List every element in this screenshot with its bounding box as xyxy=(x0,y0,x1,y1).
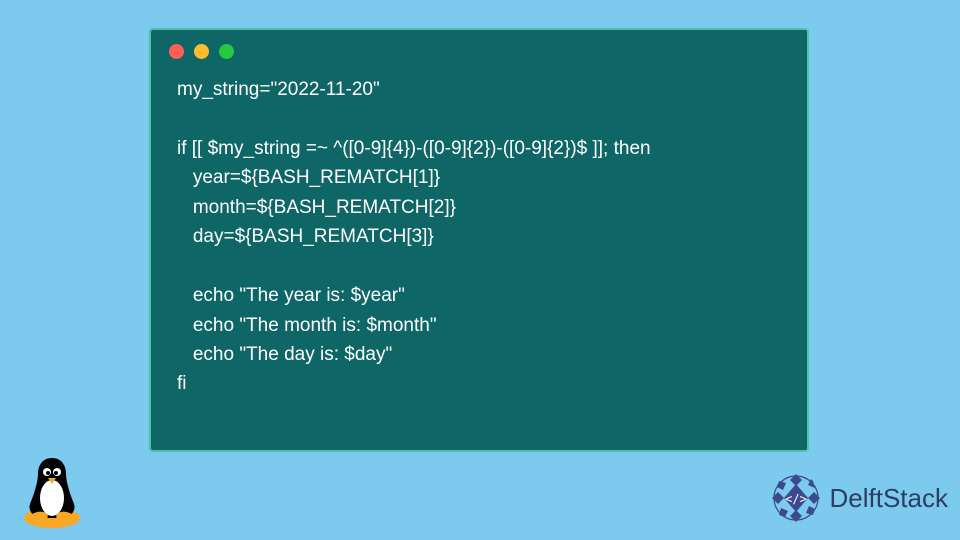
linux-tux-icon xyxy=(18,450,86,530)
delftstack-logo-icon: </> xyxy=(768,470,824,526)
window-traffic-lights xyxy=(151,30,807,65)
svg-text:</>: </> xyxy=(785,492,807,506)
minimize-icon xyxy=(194,44,209,59)
code-content: my_string="2022-11-20" if [[ $my_string … xyxy=(151,65,807,409)
code-window: my_string="2022-11-20" if [[ $my_string … xyxy=(149,28,809,452)
close-icon xyxy=(169,44,184,59)
delftstack-brand: </> DelftStack xyxy=(768,470,949,526)
maximize-icon xyxy=(219,44,234,59)
delftstack-label: DelftStack xyxy=(830,483,949,514)
